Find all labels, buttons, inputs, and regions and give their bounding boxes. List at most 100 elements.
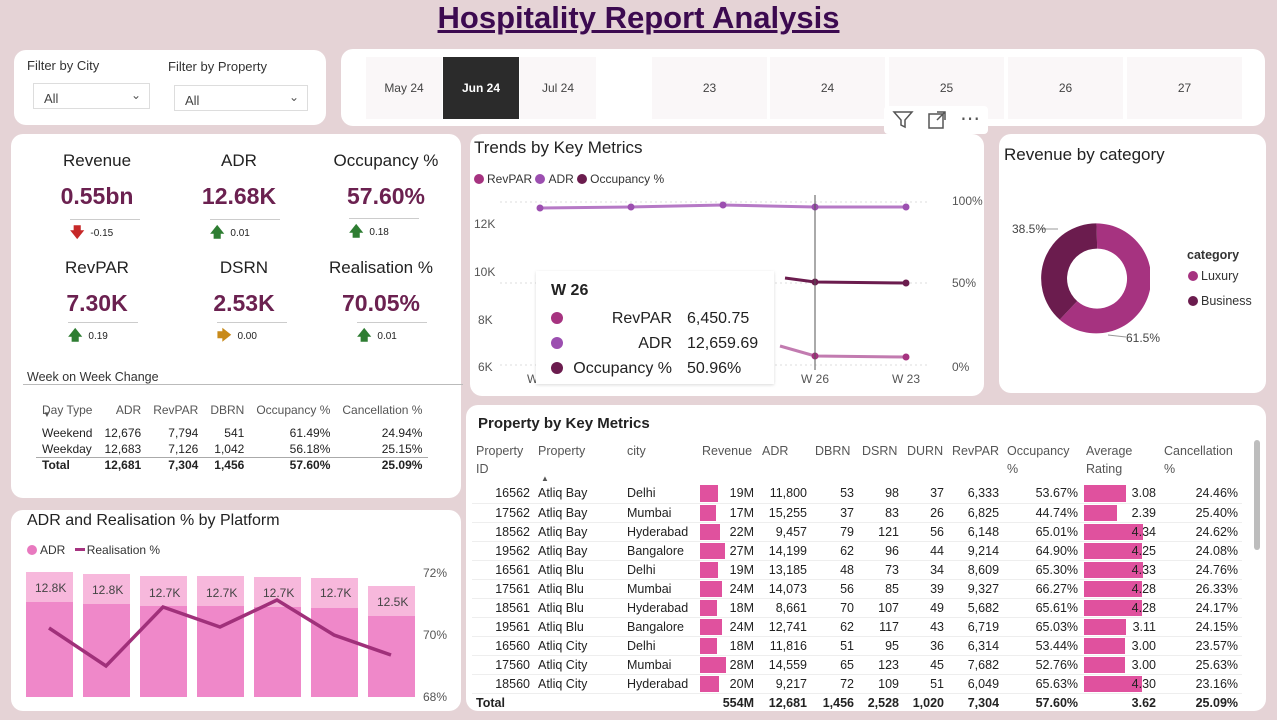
cell: 12,741: [758, 617, 811, 637]
focus-mode-icon[interactable]: [927, 110, 947, 130]
cell: 27M: [698, 541, 758, 561]
kpi-dsrn-delta: 🡆 0.00: [217, 322, 287, 349]
table-row[interactable]: 17562 Atliq Bay Mumbai 17M 15,255 37 83 26 6,825…: [472, 503, 1243, 523]
property-table: Property ID Property city Revenue ADR DB…: [472, 440, 1243, 712]
category-donut: [1040, 223, 1150, 338]
arrow-up-icon: 🡅: [68, 327, 83, 343]
cell: 19561: [472, 617, 534, 637]
cell: 18M: [698, 598, 758, 618]
kpi-adr-delta: 🡅 0.01: [210, 219, 280, 246]
col-header[interactable]: Occupancy %: [1003, 440, 1082, 484]
cell: 24.08%: [1160, 541, 1243, 561]
cell: [534, 692, 623, 712]
col-header[interactable]: DURN: [903, 440, 948, 484]
legend-business[interactable]: Business: [1188, 294, 1252, 308]
donut-slice-business[interactable]: [1041, 223, 1098, 320]
tooltip-revpar-value: 6,450.75: [687, 310, 750, 327]
slicer-item-week-26[interactable]: 26: [1008, 57, 1123, 119]
sort-down-icon: ▼: [43, 410, 51, 419]
y2-tick: 70%: [423, 628, 447, 642]
col-header[interactable]: DBRN: [204, 395, 250, 425]
cell: 34: [903, 560, 948, 580]
slicer-item-week-24[interactable]: 24: [770, 57, 885, 119]
col-header[interactable]: Property: [534, 440, 623, 484]
table-row[interactable]: 16562 Atliq Bay Delhi 19M 11,800 53 98 37 6,333 5…: [472, 484, 1243, 504]
legend-revpar[interactable]: RevPAR: [487, 172, 532, 186]
table-row[interactable]: 17561 Atliq Blu Mumbai 24M 14,073 56 85 39 9,327…: [472, 579, 1243, 599]
table-row[interactable]: 18562 Atliq Bay Hyderabad 22M 9,457 79 121 56 6,…: [472, 522, 1243, 542]
data-bar: [700, 637, 717, 654]
bar-label: 12.7K: [206, 586, 237, 600]
cell: 12,683: [104, 441, 142, 456]
cell: 1,020: [903, 692, 948, 712]
table-total-row: Total 12,681 7,304 1,456 57.60% 25.09%: [36, 456, 429, 473]
col-header[interactable]: RevPAR: [948, 440, 1003, 484]
tooltip-revpar-label: RevPAR: [611, 310, 672, 327]
bar-label: 12.8K: [35, 581, 66, 595]
cell: 541: [224, 426, 245, 440]
cell: 43: [903, 617, 948, 637]
scrollbar[interactable]: [1254, 440, 1260, 550]
legend-luxury[interactable]: Luxury: [1188, 269, 1239, 283]
cell: 25.15%: [381, 441, 423, 456]
cell: 26: [903, 503, 948, 523]
table-row[interactable]: 18561 Atliq Blu Hyderabad 18M 8,661 70 107 49 5,…: [472, 598, 1243, 618]
kpi-revenue-delta: 🡇 -0.15: [70, 219, 140, 246]
cell: 17M: [698, 503, 758, 523]
slicer-item-week-27[interactable]: 27: [1127, 57, 1242, 119]
table-row[interactable]: 16560 Atliq City Delhi 18M 11,816 51 95 36 6,314…: [472, 636, 1243, 656]
col-header[interactable]: Revenue: [698, 440, 758, 484]
cell: 24M: [698, 579, 758, 599]
kpi-revenue-value: 0.55bn: [60, 183, 134, 209]
filter-icon[interactable]: [892, 110, 914, 130]
table-row[interactable]: 17560 Atliq City Mumbai 28M 14,559 65 123 45 7,6…: [472, 655, 1243, 675]
cell: 1,456: [811, 692, 858, 712]
col-header[interactable]: Cancellation %: [1160, 440, 1242, 484]
col-header[interactable]: RevPAR: [147, 395, 204, 425]
page-title: Hospitality Report Analysis: [437, 0, 840, 35]
cell: 6,719: [948, 617, 1004, 637]
col-header[interactable]: DBRN: [811, 440, 858, 484]
legend-adr[interactable]: ADR: [40, 543, 65, 557]
cell: 73: [858, 560, 903, 580]
data-bar: [700, 599, 717, 616]
cell: 13,185: [758, 560, 811, 580]
table-row[interactable]: 19562 Atliq Bay Bangalore 27M 14,199 62 96 44 9,…: [472, 541, 1243, 561]
col-header[interactable]: ADR: [98, 395, 147, 425]
bar-label: 12.5K: [377, 595, 408, 609]
cell: 6,825: [948, 503, 1004, 523]
more-options-icon[interactable]: ⋯: [960, 106, 981, 131]
data-bar: [700, 504, 716, 521]
col-header[interactable]: ADR: [758, 440, 811, 484]
col-header[interactable]: city: [623, 440, 698, 484]
kpi-revpar-value: 7.30K: [66, 290, 128, 316]
tooltip-occupancy-dot: [551, 362, 563, 374]
tooltip-title: W 26: [551, 282, 589, 299]
legend-adr[interactable]: ADR: [548, 172, 573, 186]
cell: 5,682: [948, 598, 1004, 618]
col-header[interactable]: Cancellation %: [336, 395, 428, 425]
table-row[interactable]: 19561 Atliq Blu Bangalore 24M 12,741 62 117 43 6…: [472, 617, 1243, 637]
col-header[interactable]: Average Rating: [1082, 440, 1160, 484]
table-row[interactable]: 18560 Atliq City Hyderabad 20M 9,217 72 109 51 6…: [472, 674, 1243, 694]
table-row[interactable]: 16561 Atliq Blu Delhi 19M 13,185 48 73 34 8,609 6…: [472, 560, 1243, 580]
y2-tick: 100%: [952, 194, 983, 208]
property-filter-dropdown[interactable]: All ⌄: [174, 85, 308, 111]
cell: 18M: [698, 636, 758, 656]
legend-realisation[interactable]: Realisation %: [87, 543, 160, 557]
cell: 52.76%: [1003, 655, 1083, 675]
cell: 3.08: [1082, 484, 1161, 504]
slicer-item-jul24[interactable]: Jul 24: [520, 57, 596, 119]
col-header[interactable]: Property ID: [472, 440, 534, 484]
cell: 62: [811, 541, 858, 561]
col-header[interactable]: Occupancy %: [250, 395, 336, 425]
slicer-item-jun24[interactable]: Jun 24: [443, 57, 519, 119]
tooltip-occupancy-label: Occupancy %: [573, 360, 672, 377]
slicer-item-may24[interactable]: May 24: [366, 57, 442, 119]
col-header[interactable]: DSRN: [858, 440, 903, 484]
cell: 11,816: [758, 636, 811, 656]
city-filter-dropdown[interactable]: All ⌄: [33, 83, 150, 109]
slicer-item-week-23[interactable]: 23: [652, 57, 767, 119]
legend-occupancy[interactable]: Occupancy %: [590, 172, 664, 186]
cell: 16562: [472, 484, 534, 504]
